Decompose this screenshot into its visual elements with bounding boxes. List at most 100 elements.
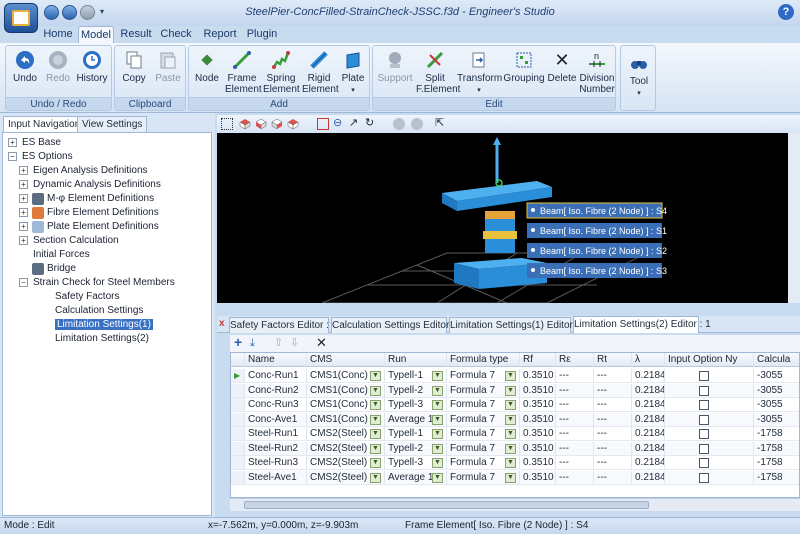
tool-button[interactable]: Tool ▾ (623, 52, 655, 99)
tree-expander-icon[interactable]: + (19, 166, 28, 175)
table-cell[interactable]: 0.2184 (632, 427, 665, 441)
table-cell[interactable]: 0.2184 (632, 398, 665, 412)
table-cell[interactable]: -3055 (754, 383, 799, 398)
table-cell[interactable]: Formula 7 ▼ (447, 456, 520, 470)
table-cell[interactable]: Conc-Run3 (245, 398, 307, 412)
rigid-element-button[interactable]: Rigid Element (301, 49, 339, 95)
delete-button[interactable]: ✕ Delete (547, 49, 577, 85)
column-header[interactable]: Rε (556, 353, 594, 367)
tree-item[interactable]: Eigen Analysis Definitions (33, 164, 148, 178)
scrollbar-thumb[interactable] (244, 501, 649, 509)
input-option-checkbox[interactable] (699, 371, 709, 381)
table-cell[interactable]: CMS1(Conc) ▼ (307, 369, 385, 383)
table-cell[interactable]: Typell-3 ▼ (385, 456, 447, 470)
table-cell[interactable]: --- (556, 456, 594, 470)
column-header[interactable]: Formula type (447, 353, 520, 367)
table-cell[interactable]: Conc-Run1 (245, 369, 307, 383)
table-cell[interactable]: Typell-1 ▼ (385, 427, 447, 441)
dropdown-arrow-icon[interactable]: ▼ (370, 371, 381, 381)
table-cell[interactable]: 0.2184 (632, 412, 665, 427)
column-header[interactable]: Calcula (754, 353, 799, 367)
history-button[interactable]: History (74, 49, 110, 84)
tree-expander-icon[interactable]: + (19, 222, 28, 231)
tree-item[interactable]: Limitation Settings(2) (55, 332, 149, 346)
table-cell[interactable]: 0.2184 (632, 369, 665, 383)
division-number-button[interactable]: n Division Number (578, 49, 616, 95)
dropdown-arrow-icon[interactable]: ▼ (505, 443, 516, 454)
table-cell[interactable]: --- (556, 441, 594, 456)
dropdown-arrow-icon[interactable]: ▼ (505, 414, 516, 425)
undo-button[interactable]: Undo (9, 49, 41, 84)
tree-expander-icon[interactable]: + (19, 194, 28, 203)
support-button[interactable]: Support (376, 49, 414, 84)
paste-button[interactable]: Paste (151, 49, 185, 84)
table-cell[interactable]: 0.3510 (520, 441, 556, 456)
insert-row-icon[interactable]: ⤓ (250, 336, 255, 350)
tree-expander-icon[interactable]: + (8, 138, 17, 147)
frame-element-button[interactable]: Frame Element (223, 49, 262, 95)
table-cell[interactable]: Steel-Run3 (245, 456, 307, 470)
row-header[interactable] (231, 456, 245, 470)
dropdown-arrow-icon[interactable]: ▼ (370, 400, 381, 410)
dropdown-arrow-icon[interactable]: ▼ (370, 385, 381, 396)
table-cell[interactable]: --- (556, 369, 594, 383)
table-cell[interactable]: -3055 (754, 398, 799, 412)
dropdown-arrow-icon[interactable]: ▼ (370, 429, 381, 439)
move-down-icon[interactable]: ⇩ (290, 336, 299, 350)
table-cell[interactable]: -1758 (754, 441, 799, 456)
table-cell[interactable]: --- (594, 441, 632, 456)
input-option-checkbox[interactable] (699, 429, 709, 439)
table-cell[interactable]: -1758 (754, 456, 799, 470)
table-cell[interactable]: Typell-1 ▼ (385, 369, 447, 383)
column-header[interactable]: Rt (594, 353, 632, 367)
dropdown-arrow-icon[interactable]: ▼ (370, 472, 381, 483)
dropdown-arrow-icon[interactable]: ▼ (432, 371, 443, 381)
table-cell[interactable]: 0.2184 (632, 470, 665, 485)
dropdown-arrow-icon[interactable]: ▼ (432, 443, 443, 454)
3d-viewport[interactable]: Beam[ Iso. Fibre (2 Node) ] : S4 Beam[ I… (217, 133, 788, 304)
tree-expander-icon[interactable]: + (19, 180, 28, 189)
table-cell[interactable]: --- (594, 456, 632, 470)
grid-horizontal-scrollbar[interactable] (230, 498, 800, 511)
pan-icon[interactable]: ↗ (349, 118, 361, 130)
table-cell[interactable]: Steel-Run2 (245, 441, 307, 456)
dropdown-arrow-icon[interactable]: ▼ (432, 429, 443, 439)
tab-model[interactable]: Model (78, 26, 114, 43)
table-cell[interactable]: Conc-Ave1 (245, 412, 307, 427)
table-cell[interactable]: Typell-2 ▼ (385, 383, 447, 398)
zoom-window-icon[interactable] (317, 118, 329, 130)
table-cell[interactable]: --- (556, 412, 594, 427)
row-header[interactable] (231, 441, 245, 456)
table-cell[interactable]: CMS2(Steel) ▼ (307, 441, 385, 456)
table-cell[interactable]: Average 1 ▼ (385, 470, 447, 485)
view-cube-iso-icon[interactable] (239, 118, 251, 130)
table-cell[interactable]: --- (556, 398, 594, 412)
tree-item[interactable]: Dynamic Analysis Definitions (33, 178, 161, 192)
table-cell[interactable] (665, 441, 754, 456)
tab-view-settings[interactable]: View Settings (77, 116, 148, 132)
row-header[interactable]: ▶ (231, 369, 245, 383)
row-header[interactable] (231, 398, 245, 412)
input-option-checkbox[interactable] (699, 400, 709, 410)
tree-expander-icon[interactable]: − (8, 152, 17, 161)
tree-item[interactable]: Section Calculation (33, 234, 119, 248)
table-cell[interactable]: --- (594, 369, 632, 383)
view-cube-top-icon[interactable] (287, 118, 299, 130)
column-header[interactable]: Name (245, 353, 307, 367)
column-header[interactable]: λ (632, 353, 665, 367)
dropdown-arrow-icon[interactable]: ▼ (370, 458, 381, 468)
row-header[interactable] (231, 383, 245, 398)
table-cell[interactable]: Conc-Run2 (245, 383, 307, 398)
tree-expander-icon[interactable]: + (19, 208, 28, 217)
table-cell[interactable]: 0.3510 (520, 412, 556, 427)
dropdown-arrow-icon[interactable]: ▼ (505, 371, 516, 381)
tab-input-navigation[interactable]: Input Navigation (3, 116, 86, 132)
move-up-icon[interactable]: ⇧ (274, 336, 283, 350)
table-cell[interactable]: 0.3510 (520, 470, 556, 485)
row-header[interactable] (231, 427, 245, 441)
table-cell[interactable]: 0.2184 (632, 456, 665, 470)
copy-button[interactable]: Copy (118, 49, 150, 84)
table-cell[interactable]: CMS2(Steel) ▼ (307, 470, 385, 485)
dropdown-arrow-icon[interactable]: ▼ (432, 385, 443, 396)
table-cell[interactable]: CMS2(Steel) ▼ (307, 456, 385, 470)
